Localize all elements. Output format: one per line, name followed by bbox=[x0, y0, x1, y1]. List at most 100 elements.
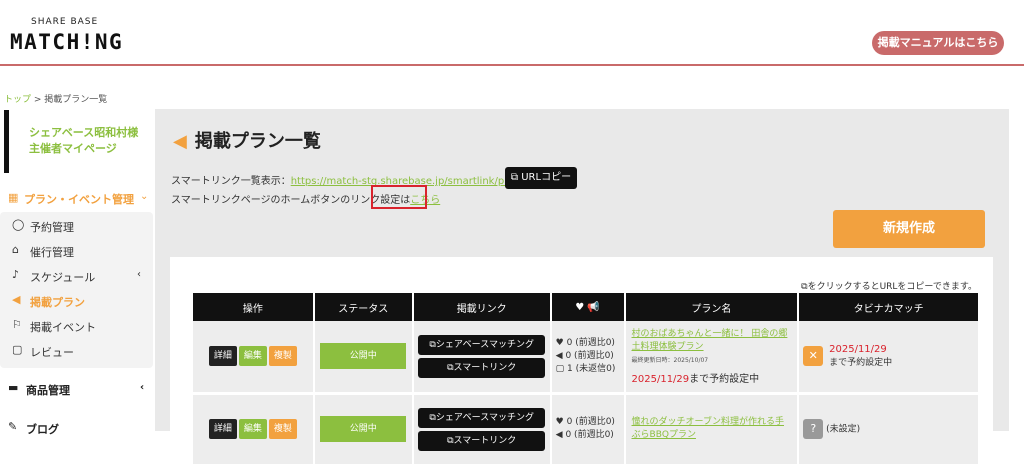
megaphone-icon: ◀ bbox=[173, 131, 187, 152]
detail-button[interactable]: 詳細 bbox=[208, 419, 237, 439]
store-icon: ⌂ bbox=[12, 243, 19, 256]
plan-table-card: ⧉をクリックするとURLをコピーできます。 操作 ステータス 掲載リンク ♥ 📢… bbox=[170, 257, 993, 467]
stats-cell: ♥ 0 (前週比0) ◀ 0 (前週比0) bbox=[550, 393, 626, 467]
sidebar-submenu: ◯ 予約管理 ⌂ 催行管理 ♪ スケジュール ‹ ◀ 掲載プラン ⚐ 掲載イベン… bbox=[0, 212, 153, 368]
heart-icon: ♥ bbox=[555, 337, 567, 348]
status-badge: 公開中 bbox=[320, 343, 407, 370]
calendar-icon: ▦ bbox=[8, 191, 19, 204]
table-row: 詳細 編集 複製 公開中 ⧉シェアベースマッチング ⧉スマートリンク ♥ 0 (前週… bbox=[193, 321, 980, 395]
column-header: 操作 bbox=[193, 293, 315, 321]
sidebar-item-label: 掲載イベント bbox=[30, 321, 96, 334]
sidebar-item-reviews[interactable]: ▢ レビュー bbox=[12, 341, 152, 361]
table-row: 詳細 編集 複製 公開中 ⧉シェアベースマッチング ⧉スマートリンク ♥ 0 (前週… bbox=[193, 393, 980, 467]
copy-hint: ⧉をクリックするとURLをコピーできます。 bbox=[801, 279, 977, 292]
sidebar-item-label: スケジュール bbox=[30, 271, 96, 284]
sidebar-item-label: 催行管理 bbox=[30, 246, 74, 259]
sidebar-item-label: 予約管理 bbox=[30, 221, 74, 234]
sidebar-item-plans[interactable]: ◀ 掲載プラン bbox=[12, 291, 152, 311]
sidebar-item-reservations[interactable]: ◯ 予約管理 bbox=[12, 216, 152, 236]
sharebase-link-button[interactable]: ⧉シェアベースマッチング bbox=[418, 334, 546, 355]
comment-icon: ▢ bbox=[12, 343, 23, 356]
megaphone-icon: ◀ bbox=[555, 350, 566, 361]
tabinaka-text: (未設定) bbox=[826, 424, 861, 435]
sidebar-organizer-title[interactable]: シェアベース昭和村様 主催者マイページ bbox=[4, 110, 154, 173]
plan-updated: 最終更新日時：2025/10/07 bbox=[631, 356, 709, 364]
column-header: 掲載リンク bbox=[412, 293, 552, 321]
sidebar-item-label: レビュー bbox=[30, 346, 74, 359]
links-cell: ⧉シェアベースマッチング ⧉スマートリンク bbox=[412, 321, 552, 395]
header: SHARE BASE MATCH!NG 掲載マニュアルはこちら bbox=[0, 0, 1024, 66]
question-icon: ? bbox=[803, 419, 824, 439]
breadcrumb-separator: > bbox=[31, 95, 45, 105]
copy-hint-text: をクリックするとURLをコピーできます。 bbox=[807, 282, 977, 292]
url-copy-label: URLコピー bbox=[521, 172, 572, 183]
breadcrumb-current: 掲載プラン一覧 bbox=[44, 95, 108, 105]
plan-name-cell: 村のおばあちゃんと一緒に！ 田舎の郷土料理体験プラン 最終更新日時：2025/1… bbox=[624, 321, 800, 395]
sharebase-link-button[interactable]: ⧉シェアベースマッチング bbox=[418, 407, 546, 428]
plan-name-link[interactable]: 村のおばあちゃんと一緒に！ 田舎の郷土料理体験プラン bbox=[632, 328, 792, 354]
chevron-left-icon: ‹ bbox=[140, 382, 145, 393]
product-box-icon: ▬ bbox=[8, 381, 19, 394]
megaphone-icon: ◀ bbox=[12, 293, 21, 306]
bell-icon: ♪ bbox=[12, 268, 20, 281]
sidebar-item-label: 商品管理 bbox=[26, 384, 70, 397]
status-cell: 公開中 bbox=[313, 393, 414, 467]
until-text: まで予約設定中 bbox=[689, 373, 760, 385]
edit-button[interactable]: 編集 bbox=[238, 419, 267, 439]
plan-until: 2025/11/29まで予約設定中 bbox=[632, 370, 792, 385]
operations-cell: 詳細 編集 複製 bbox=[193, 393, 315, 467]
tabinaka-cell: ? (未設定) bbox=[798, 393, 980, 467]
fork-knife-icon: ✕ bbox=[803, 346, 824, 367]
duplicate-button[interactable]: 複製 bbox=[268, 419, 297, 439]
copy-icon: ⧉ bbox=[510, 172, 522, 183]
page-title-text: 掲載プラン一覧 bbox=[194, 131, 321, 152]
link-button-label: シェアベースマッチング bbox=[435, 339, 534, 350]
column-header: プラン名 bbox=[624, 293, 800, 321]
sidebar-title-line1: シェアベース昭和村様 bbox=[29, 126, 139, 139]
tabinaka-text: まで予約設定中 bbox=[829, 358, 893, 369]
sidebar-item-events[interactable]: ⚐ 掲載イベント bbox=[12, 316, 152, 336]
sidebar-item-schedule[interactable]: ♪ スケジュール ‹ bbox=[12, 266, 152, 286]
column-header: ♥ 📢 bbox=[550, 293, 626, 321]
tabinaka-cell: ✕ 2025/11/29 まで予約設定中 bbox=[798, 321, 980, 395]
link-button-label: スマートリンク bbox=[453, 362, 517, 373]
sidebar-item-products[interactable]: ▬ 商品管理 ‹ bbox=[8, 378, 158, 400]
new-create-button[interactable]: 新規作成 bbox=[833, 210, 985, 248]
favorites-count: 0 (前週比0) bbox=[566, 417, 615, 427]
pencil-icon: ✎ bbox=[8, 420, 18, 433]
smartlink-button[interactable]: ⧉スマートリンク bbox=[418, 430, 546, 451]
logo-small-text: SHARE BASE bbox=[31, 17, 99, 27]
table-header-row: 操作 ステータス 掲載リンク ♥ 📢 プラン名 タビナカマッチ bbox=[193, 293, 980, 321]
chevron-down-icon: ⌄ bbox=[140, 191, 149, 202]
tabinaka-info: 2025/11/29 まで予約設定中 bbox=[829, 344, 892, 368]
megaphone-icon: ◀ bbox=[555, 430, 566, 440]
main-panel: ◀ 掲載プラン一覧 スマートリンク一覧表示：https://match-stg.s… bbox=[155, 109, 1009, 467]
smartlink-button[interactable]: ⧉スマートリンク bbox=[418, 357, 546, 378]
heart-icon: ♥ bbox=[555, 417, 567, 427]
sidebar-item-label: ブログ bbox=[26, 423, 59, 436]
sidebar: シェアベース昭和村様 主催者マイページ ▦ プラン・イベント管理 ⌄ ◯ 予約管… bbox=[0, 110, 158, 436]
plan-table: 操作 ステータス 掲載リンク ♥ 📢 プラン名 タビナカマッチ 詳細 編集 複製 公… bbox=[193, 293, 980, 467]
comments-count: 1 (未返信0) bbox=[567, 363, 616, 374]
until-date: 2025/11/29 bbox=[631, 373, 690, 385]
stats-cell: ♥ 0 (前週比0) ◀ 0 (前週比0) ▢ 1 (未返信0) bbox=[550, 321, 626, 395]
manual-button[interactable]: 掲載マニュアルはこちら bbox=[872, 31, 1004, 55]
status-cell: 公開中 bbox=[313, 321, 414, 395]
breadcrumb-home-link[interactable]: トップ bbox=[4, 95, 31, 105]
breadcrumb: トップ > 掲載プラン一覧 bbox=[4, 92, 107, 105]
sidebar-item-operations[interactable]: ⌂ 催行管理 bbox=[12, 241, 152, 261]
flag-icon: ⚐ bbox=[12, 318, 22, 331]
sidebar-item-blog[interactable]: ✎ ブログ bbox=[8, 417, 158, 439]
plan-name-link[interactable]: 憧れのダッチオーブン料理が作れる手ぶらBBQプラン bbox=[632, 416, 792, 442]
chevron-left-icon: ‹ bbox=[137, 269, 141, 280]
tabinaka-date: 2025/11/29 bbox=[829, 344, 887, 356]
detail-button[interactable]: 詳細 bbox=[208, 346, 237, 367]
links-cell: ⧉シェアベースマッチング ⧉スマートリンク bbox=[412, 393, 552, 467]
favorites-count: 0 (前週比0) bbox=[566, 337, 615, 348]
logo[interactable]: MATCH!NG bbox=[10, 30, 123, 54]
url-copy-button[interactable]: ⧉ URLコピー bbox=[505, 167, 577, 189]
highlight-box bbox=[371, 185, 427, 209]
edit-button[interactable]: 編集 bbox=[238, 346, 267, 367]
duplicate-button[interactable]: 複製 bbox=[268, 346, 297, 367]
sidebar-section-plan-event[interactable]: ▦ プラン・イベント管理 ⌄ bbox=[0, 188, 158, 210]
